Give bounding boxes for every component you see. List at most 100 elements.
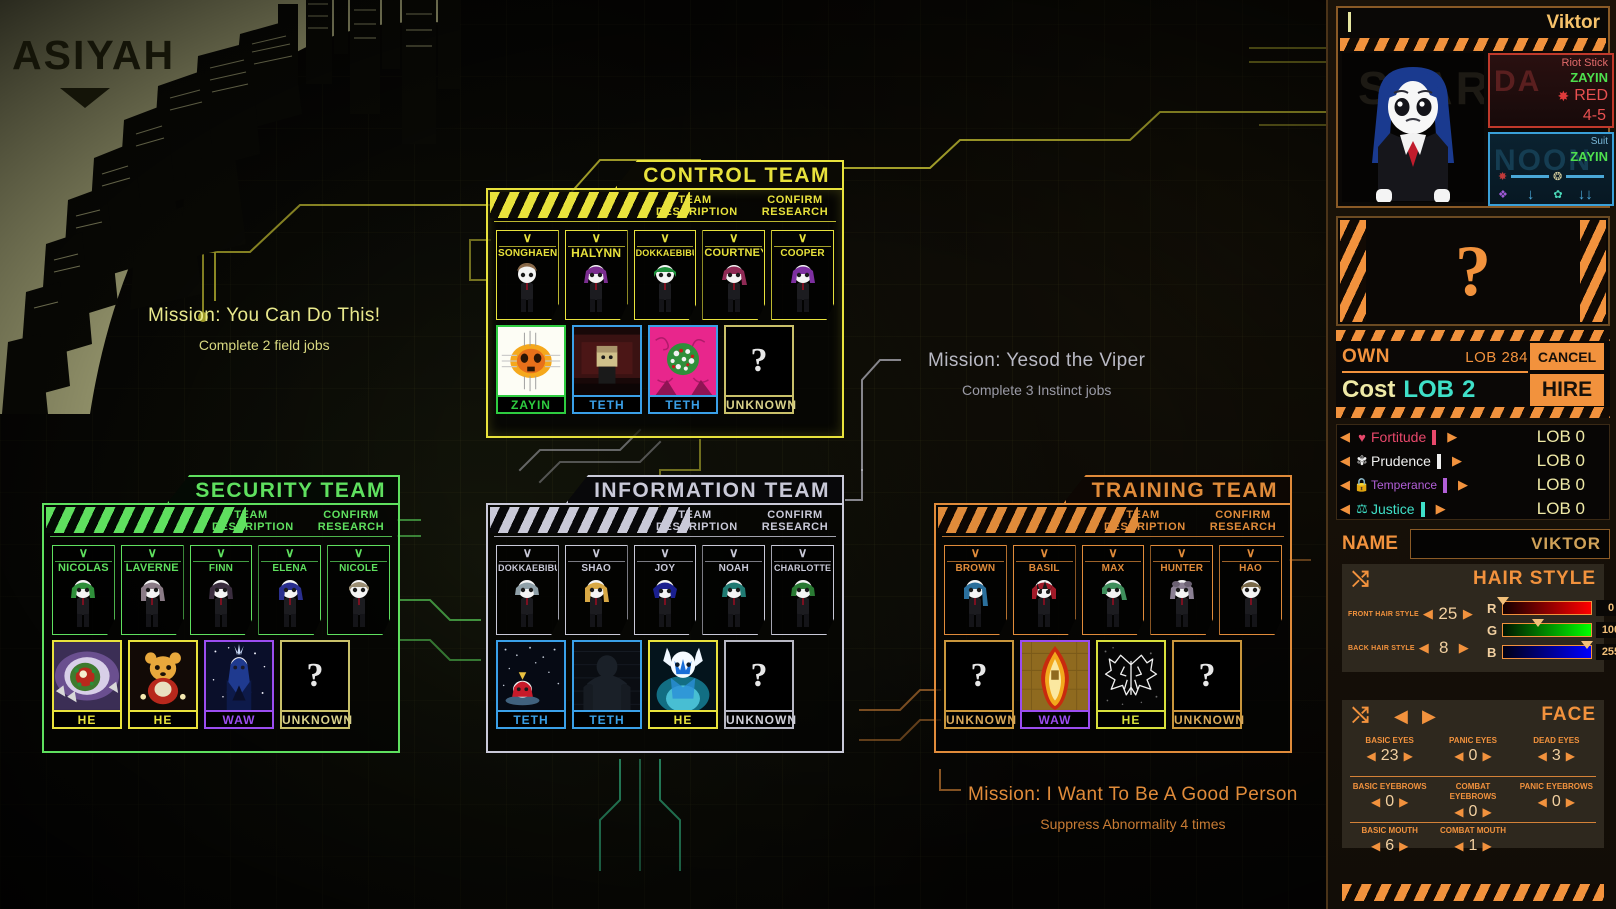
slider-knob-b[interactable] [1581, 641, 1593, 649]
slider-track-b[interactable] [1502, 641, 1593, 659]
dead-eyes-prev-arrow[interactable]: ◀ [1538, 749, 1547, 763]
face-eyes-row: Basic eyes ◀ 23 ▶ Panic eyes ◀ 0 ▶ Dead … [1348, 736, 1598, 765]
slider-knob-g[interactable] [1532, 619, 1544, 627]
agent-slot[interactable]: ∨ Nicolas [52, 545, 115, 635]
equipped-weapon[interactable]: DA Riot Stick ZAYIN ✸ RED 4-5 [1488, 53, 1614, 128]
cancel-button[interactable]: Cancel [1530, 343, 1604, 370]
information-team-title[interactable]: Information Team [566, 475, 844, 503]
agent-slot[interactable]: ∨ Max [1081, 545, 1145, 635]
abnormality-slot[interactable]: WAW [1020, 640, 1090, 729]
unknown-slot-box[interactable]: ? [1336, 216, 1610, 326]
panic-eyes-next-arrow[interactable]: ▶ [1482, 749, 1491, 763]
mission-training[interactable]: Mission: I Want To Be A Good Person Supp… [968, 784, 1298, 832]
combat-mouth-next-arrow[interactable]: ▶ [1482, 839, 1491, 853]
hire-button[interactable]: Hire [1530, 374, 1604, 406]
combat-eyebrows-prev-arrow[interactable]: ◀ [1454, 805, 1463, 819]
stat-decrease-arrow[interactable]: ◀ [1337, 453, 1353, 469]
agent-slot[interactable]: ∨ Halynn [564, 230, 628, 320]
basic-eyebrows-next-arrow[interactable]: ▶ [1399, 795, 1408, 809]
stat-decrease-arrow[interactable]: ◀ [1337, 501, 1353, 517]
agent-slot[interactable]: ∨ Finn [189, 545, 253, 635]
agent-slot[interactable]: ∨ Hao [1219, 545, 1282, 635]
agent-slot[interactable]: ∨ Nicole [327, 545, 390, 635]
agent-slot[interactable]: ∨ Hunter [1150, 545, 1214, 635]
stat-decrease-arrow[interactable]: ◀ [1337, 477, 1353, 493]
control-team-title[interactable]: Control Team [615, 160, 844, 188]
abnormality-slot[interactable]: HE [52, 640, 122, 729]
combat-mouth-prev-arrow[interactable]: ◀ [1454, 839, 1463, 853]
front-hair-prev-arrow[interactable]: ◀ [1419, 606, 1437, 622]
abnormality-slot[interactable]: ? Unknown [724, 640, 796, 729]
panic-eyes-prev-arrow[interactable]: ◀ [1454, 749, 1463, 763]
stat-increase-arrow[interactable]: ▶ [1444, 429, 1460, 445]
stat-decrease-arrow[interactable]: ◀ [1337, 429, 1353, 445]
training-confirm-research-button[interactable]: Confirm Research [1204, 509, 1282, 533]
stat-increase-arrow[interactable]: ▶ [1455, 477, 1471, 493]
security-team-description-button[interactable]: Team Description [212, 509, 293, 533]
control-confirm-research-button[interactable]: Confirm Research [756, 194, 834, 218]
agent-avatar [652, 580, 677, 627]
agent-slot[interactable]: ∨ Noah [702, 545, 766, 635]
abnormality-slot[interactable]: HE [1096, 640, 1166, 729]
agent-slot[interactable]: ∨ Cooper [771, 230, 834, 320]
mission-control[interactable]: Mission: You Can Do This! Complete 2 fie… [148, 305, 381, 353]
training-team-title[interactable]: Training Team [1063, 475, 1292, 503]
abnormality-slot[interactable]: ? Unknown [724, 325, 796, 414]
slider-knob-r[interactable] [1497, 597, 1509, 605]
agent-slot[interactable]: ∨ LaVerne [120, 545, 184, 635]
back-hair-prev-arrow[interactable]: ◀ [1415, 640, 1433, 656]
abnormality-slot[interactable]: TETH [572, 640, 642, 729]
information-team-description-button[interactable]: Team Description [656, 509, 737, 533]
abnormality-slot[interactable]: TETH [648, 325, 718, 414]
mission-information[interactable]: Mission: Yesod the Viper Complete 3 Inst… [928, 350, 1145, 398]
agent-slot[interactable]: ∨ Shao [564, 545, 628, 635]
abnormality-slot[interactable]: ? Unknown [944, 640, 1016, 729]
basic-eyebrows-prev-arrow[interactable]: ◀ [1371, 795, 1380, 809]
agent-slot[interactable]: ∨ Dokkaebibul [496, 545, 559, 635]
hair-color-b-slider[interactable]: B 255 [1487, 641, 1616, 660]
control-team-description-button[interactable]: Team Description [656, 194, 737, 218]
shuffle-hair-icon[interactable]: ⤭ [1352, 568, 1369, 592]
agent-slot[interactable]: ∨ Brown [944, 545, 1007, 635]
agent-slot[interactable]: ∨ Basil [1012, 545, 1076, 635]
slider-track-r[interactable] [1497, 597, 1592, 615]
basic-eyes-next-arrow[interactable]: ▶ [1404, 749, 1413, 763]
agent-slot[interactable]: ∨ Courtney [702, 230, 766, 320]
stat-increase-arrow[interactable]: ▶ [1433, 501, 1449, 517]
face-next-arrow[interactable]: ▶ [1422, 706, 1436, 727]
panic-eyebrows-prev-arrow[interactable]: ◀ [1538, 795, 1547, 809]
abnormality-slot[interactable]: WAW [204, 640, 274, 729]
slider-track-g[interactable] [1502, 619, 1592, 637]
panic-eyebrows-next-arrow[interactable]: ▶ [1566, 795, 1575, 809]
abnormality-slot[interactable]: TETH [572, 325, 642, 414]
abnormality-slot[interactable]: ? Unknown [1172, 640, 1244, 729]
combat-eyebrows-next-arrow[interactable]: ▶ [1482, 805, 1491, 819]
equipped-suit[interactable]: NOON Suit ZAYIN ✸ ❂ ❖ ↓ ✿ ↓↓ [1488, 132, 1614, 206]
name-input[interactable]: Viktor [1410, 529, 1610, 559]
basic-mouth-next-arrow[interactable]: ▶ [1399, 839, 1408, 853]
information-confirm-research-button[interactable]: Confirm Research [756, 509, 834, 533]
hair-color-g-slider[interactable]: G 100 [1487, 619, 1616, 638]
abnormality-slot[interactable]: HE [128, 640, 198, 729]
face-prev-arrow[interactable]: ◀ [1394, 706, 1408, 727]
abnormality-slot[interactable]: TETH [496, 640, 566, 729]
agent-slot[interactable]: ∨ Songhaengnam [496, 230, 559, 320]
abnormality-slot[interactable]: ? Unknown [280, 640, 352, 729]
stat-increase-arrow[interactable]: ▶ [1449, 453, 1465, 469]
agent-slot[interactable]: ∨ Joy [633, 545, 697, 635]
hair-color-r-slider[interactable]: R 0 [1487, 597, 1616, 616]
back-hair-next-arrow[interactable]: ▶ [1455, 640, 1473, 656]
front-hair-next-arrow[interactable]: ▶ [1459, 606, 1477, 622]
agent-slot[interactable]: ∨ Dokkaebibul [633, 230, 697, 320]
abnormality-slot[interactable]: ZAYIN [496, 325, 566, 414]
training-team-description-button[interactable]: Team Description [1104, 509, 1185, 533]
shuffle-face-icon[interactable]: ⤭ [1352, 704, 1369, 728]
basic-mouth-prev-arrow[interactable]: ◀ [1371, 839, 1380, 853]
dead-eyes-next-arrow[interactable]: ▶ [1566, 749, 1575, 763]
agent-slot[interactable]: ∨ Elena [258, 545, 322, 635]
basic-eyes-prev-arrow[interactable]: ◀ [1367, 749, 1376, 763]
agent-slot[interactable]: ∨ Charlotte [771, 545, 834, 635]
security-team-title[interactable]: Security Team [167, 475, 400, 503]
abnormality-slot[interactable]: HE [648, 640, 718, 729]
security-confirm-research-button[interactable]: Confirm Research [312, 509, 390, 533]
